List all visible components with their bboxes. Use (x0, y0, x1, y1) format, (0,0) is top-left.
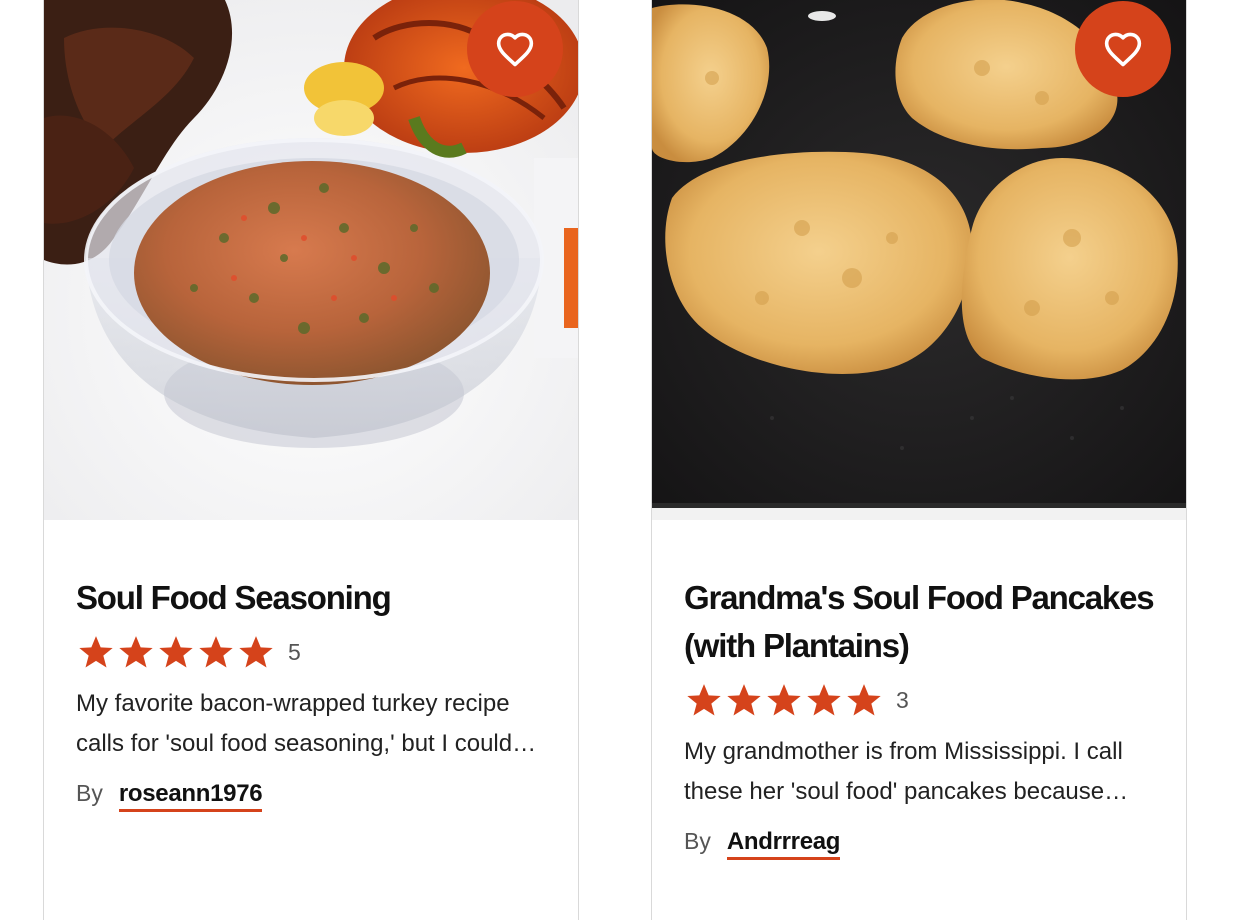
star-icon (239, 636, 273, 668)
card-body: Soul Food Seasoning 5 My favorite bacon-… (76, 574, 546, 812)
recipe-photo[interactable] (652, 0, 1186, 520)
rating-count: 3 (896, 687, 909, 713)
stars (684, 680, 884, 720)
save-favorite-button[interactable] (1075, 1, 1171, 97)
star-icon (767, 684, 801, 716)
stars (76, 632, 276, 672)
star-icon (159, 636, 193, 668)
recipe-description: My grandmother is from Mississippi. I ca… (684, 738, 1123, 805)
star-icon (807, 684, 841, 716)
heart-outline-icon (496, 32, 534, 67)
by-label: By (684, 828, 711, 854)
star-icon (847, 684, 881, 716)
recipe-grid: Soul Food Seasoning 5 My favorite bacon-… (0, 0, 1242, 920)
star-rating: 3 (684, 680, 1154, 720)
by-label: By (76, 780, 103, 806)
star-icon (119, 636, 153, 668)
star-rating: 5 (76, 632, 546, 672)
author-link[interactable]: Andrrreag (726, 828, 840, 860)
recipe-card[interactable]: Soul Food Seasoning 5 My favorite bacon-… (43, 0, 579, 920)
author-link[interactable]: roseann1976 (118, 780, 263, 812)
rating-count: 5 (288, 639, 301, 665)
star-icon (727, 684, 761, 716)
card-body: Grandma's Soul Food Pancakes (with Plant… (684, 574, 1155, 860)
star-icon (687, 684, 721, 716)
recipe-title[interactable]: Soul Food Seasoning (76, 574, 546, 622)
byline: By roseann1976 (76, 780, 546, 812)
recipe-card[interactable]: Grandma's Soul Food Pancakes (with Plant… (651, 0, 1187, 920)
heart-outline-icon (1104, 32, 1142, 67)
save-favorite-button[interactable] (467, 1, 563, 97)
recipe-title[interactable]: Grandma's Soul Food Pancakes (with Plant… (684, 574, 1155, 670)
byline: By Andrrreag (684, 828, 1154, 860)
recipe-description: My favorite bacon-wrapped turkey recipe … (76, 690, 513, 757)
recipe-photo[interactable] (44, 0, 578, 520)
star-icon (79, 636, 113, 668)
star-icon (199, 636, 233, 668)
